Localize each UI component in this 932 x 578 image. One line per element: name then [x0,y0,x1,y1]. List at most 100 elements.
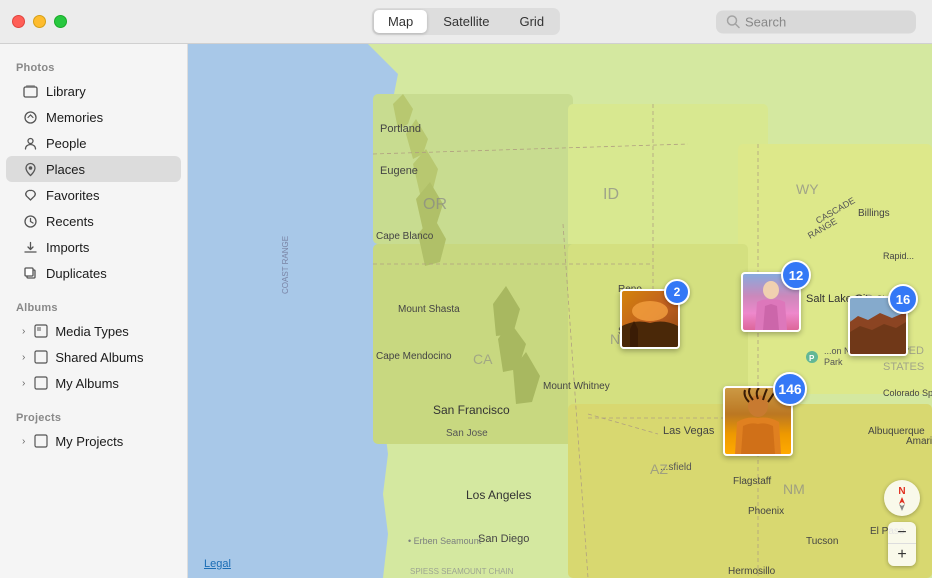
chevron-right-icon-2: › [22,352,25,363]
tab-map[interactable]: Map [374,10,427,33]
sidebar-item-media-types[interactable]: › Media Types [6,318,181,344]
search-box[interactable] [716,10,916,33]
svg-text:WY: WY [796,181,819,197]
search-icon [726,15,740,29]
traffic-lights [12,15,67,28]
svg-text:Tucson: Tucson [806,536,838,547]
svg-text:CA: CA [473,351,493,367]
sidebar-item-people-label: People [46,136,86,151]
svg-text:P: P [809,354,815,363]
sidebar-item-recents[interactable]: Recents [6,208,181,234]
sidebar-item-my-projects[interactable]: › My Projects [6,428,181,454]
sidebar-item-recents-label: Recents [46,214,94,229]
sidebar: Photos Library Memories [0,44,188,578]
sidebar-item-places-label: Places [46,162,85,177]
svg-text:Rapid...: Rapid... [883,251,914,261]
svg-text:NM: NM [783,481,805,497]
tab-grid[interactable]: Grid [505,10,558,33]
library-icon [22,83,38,99]
zoom-out-button[interactable]: − [888,522,916,544]
svg-text:ID: ID [603,186,619,203]
my-albums-icon [33,375,49,391]
photo-cluster-1[interactable]: 2 [620,289,680,349]
title-bar: Map Satellite Grid [0,0,932,44]
sidebar-item-memories-label: Memories [46,110,103,125]
svg-text:Las Vegas: Las Vegas [663,425,715,437]
duplicates-icon [22,265,38,281]
svg-text:• Erben Seamount: • Erben Seamount [408,536,482,546]
sidebar-item-my-albums-label: My Albums [55,376,119,391]
photo-cluster-2[interactable]: 12 [741,272,801,332]
chevron-right-icon-4: › [22,436,25,447]
tab-satellite[interactable]: Satellite [429,10,503,33]
view-tabs-container: Map Satellite Grid [372,8,560,35]
svg-text:Park: Park [824,357,843,367]
sidebar-item-shared-albums[interactable]: › Shared Albums [6,344,181,370]
svg-text:San Francisco: San Francisco [433,403,510,417]
compass-rose: N [884,480,920,516]
compass-north-label: N [898,486,905,497]
legal-link[interactable]: Legal [204,558,231,570]
shared-albums-icon [33,349,49,365]
memories-icon [22,109,38,125]
map-area[interactable]: OR ID WY CA NV UT CO AZ NM UNITED STATES… [188,44,932,578]
svg-text:San Diego: San Diego [478,533,529,545]
svg-text:Billings: Billings [858,208,890,219]
svg-text:San Jose: San Jose [446,428,488,439]
sidebar-item-my-projects-label: My Projects [55,434,123,449]
photo-cluster-3[interactable]: 16 [848,296,908,356]
sidebar-item-duplicates-label: Duplicates [46,266,107,281]
sidebar-item-media-types-label: Media Types [55,324,128,339]
sidebar-item-library[interactable]: Library [6,78,181,104]
sidebar-item-my-albums[interactable]: › My Albums [6,370,181,396]
albums-section-label: Albums [0,294,187,318]
cluster-badge-146: 146 [773,372,807,406]
chevron-right-icon: › [22,326,25,337]
svg-text:...sfield: ...sfield [660,462,692,473]
map-svg: OR ID WY CA NV UT CO AZ NM UNITED STATES… [188,44,932,578]
search-input[interactable] [745,14,906,29]
cluster-badge-12: 12 [781,260,811,290]
svg-text:Mount Whitney: Mount Whitney [543,381,610,392]
svg-text:Los Angeles: Los Angeles [466,488,531,502]
people-icon [22,135,38,151]
svg-text:Eugene: Eugene [380,165,418,177]
zoom-in-button[interactable]: + [888,544,916,566]
media-types-icon [33,323,49,339]
svg-text:Cape Blanco: Cape Blanco [376,231,434,242]
places-icon [22,161,38,177]
main-content: Photos Library Memories [0,44,932,578]
sidebar-item-favorites-label: Favorites [46,188,99,203]
compass-zoom-control: N − + [884,480,920,566]
svg-text:Mount Shasta: Mount Shasta [398,304,460,315]
sidebar-item-memories[interactable]: Memories [6,104,181,130]
svg-text:Hermosillo: Hermosillo [728,566,776,577]
svg-text:Phoenix: Phoenix [748,506,784,517]
sidebar-item-people[interactable]: People [6,130,181,156]
favorites-icon [22,187,38,203]
photos-section-label: Photos [0,54,187,78]
sidebar-item-imports-label: Imports [46,240,89,255]
svg-text:SPIESS SEAMOUNT CHAIN: SPIESS SEAMOUNT CHAIN [410,567,514,576]
photo-cluster-4[interactable]: 146 [723,386,793,456]
svg-text:Cape Mendocino: Cape Mendocino [376,351,452,362]
sidebar-item-library-label: Library [46,84,86,99]
zoom-controls[interactable]: − + [888,522,916,566]
svg-text:Amarillo: Amarillo [906,436,932,447]
sidebar-item-shared-albums-label: Shared Albums [55,350,143,365]
close-button[interactable] [12,15,25,28]
svg-text:Colorado Spri...: Colorado Spri... [883,388,932,398]
view-tab-group: Map Satellite Grid [372,8,560,35]
fullscreen-button[interactable] [54,15,67,28]
sidebar-item-duplicates[interactable]: Duplicates [6,260,181,286]
svg-text:STATES: STATES [883,361,924,373]
sidebar-item-places[interactable]: Places [6,156,181,182]
compass-arrow-icon [893,497,911,511]
svg-text:OR: OR [423,196,447,213]
recents-icon [22,213,38,229]
sidebar-item-imports[interactable]: Imports [6,234,181,260]
projects-section-label: Projects [0,404,187,428]
minimize-button[interactable] [33,15,46,28]
my-projects-icon [33,433,49,449]
sidebar-item-favorites[interactable]: Favorites [6,182,181,208]
